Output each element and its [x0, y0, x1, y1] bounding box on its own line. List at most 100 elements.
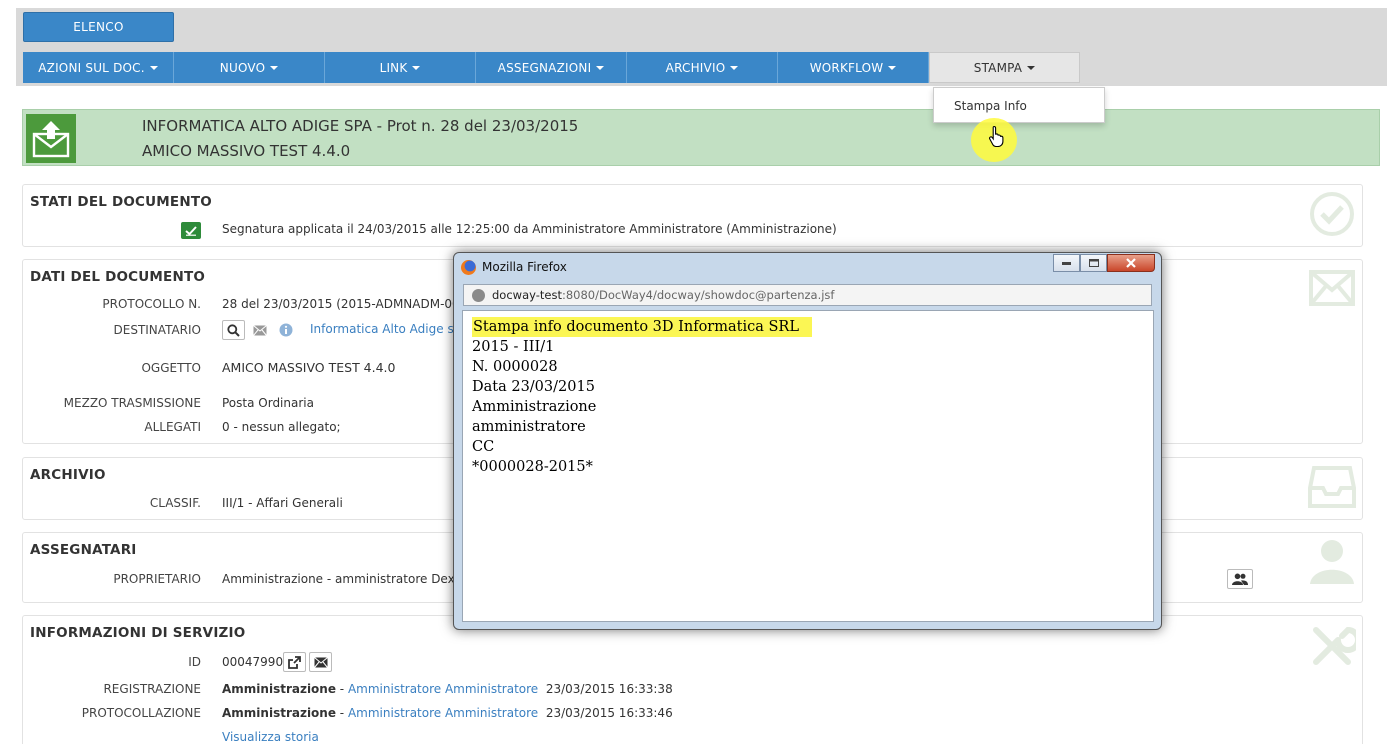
menu-assegnazioni[interactable]: ASSEGNAZIONI: [476, 52, 627, 83]
id-value: 00047990: [222, 655, 284, 669]
menu-label: ARCHIVIO: [665, 60, 726, 75]
window-controls: [1053, 254, 1155, 272]
allegati-value: 0 - nessun allegato;: [222, 420, 341, 434]
users-icon: [1232, 573, 1248, 585]
firefox-icon: [461, 260, 476, 275]
protocollazione-office: Amministrazione: [222, 706, 336, 720]
envelope-bg-icon: [1309, 270, 1355, 306]
info-button[interactable]: [274, 320, 297, 340]
menu-label: AZIONI SUL DOC.: [38, 60, 145, 75]
url-host: docway-test: [492, 288, 562, 302]
panel-title: INFORMAZIONI DI SERVIZIO: [30, 625, 246, 641]
print-info-line: amministratore: [472, 419, 586, 435]
menu-label: LINK: [379, 60, 408, 75]
print-info-line: *0000028-2015*: [472, 459, 593, 475]
window-title: Mozilla Firefox: [482, 260, 567, 274]
menu-stampa[interactable]: STAMPA: [929, 52, 1080, 83]
segnatura-status: Segnatura applicata il 24/03/2015 alle 1…: [222, 222, 837, 236]
menu-azioni-sul-doc[interactable]: AZIONI SUL DOC.: [23, 52, 174, 83]
menu-label: NUOVO: [219, 60, 266, 75]
caret-down-icon: [730, 65, 739, 70]
dropdown-item-stampa-info[interactable]: Stampa Info: [954, 99, 1027, 113]
check-icon: [181, 222, 201, 239]
protocollo-value: 28 del 23/03/2015 (2015-ADMNADM-00: [222, 297, 460, 311]
close-icon: [1126, 258, 1136, 268]
url-bar[interactable]: docway-test:8080/DocWay4/docway/showdoc@…: [463, 284, 1152, 306]
id-label: ID: [188, 655, 201, 669]
protocollazione-label: PROTOCOLLAZIONE: [81, 706, 201, 720]
caret-down-icon: [596, 65, 605, 70]
send-mail-button[interactable]: [309, 652, 332, 672]
protocollo-label: PROTOCOLLO N.: [102, 297, 201, 311]
search-icon: [227, 323, 240, 337]
print-info-line: CC: [472, 439, 495, 455]
search-button[interactable]: [222, 320, 245, 340]
minimize-icon: [1062, 261, 1071, 265]
outgoing-mail-icon: [26, 114, 76, 163]
tools-bg-icon: [1313, 626, 1356, 665]
print-info-content: Stampa info documento 3D Informatica SRL…: [462, 310, 1154, 622]
allegati-label: ALLEGATI: [144, 420, 201, 434]
document-subject: AMICO MASSIVO TEST 4.4.0: [142, 142, 351, 160]
print-info-heading: Stampa info documento 3D Informatica SRL: [472, 317, 812, 337]
envelope-icon: [313, 656, 328, 668]
separator: -: [335, 706, 348, 720]
share-icon: [288, 655, 301, 669]
visualizza-storia-link[interactable]: Visualizza storia: [222, 730, 319, 744]
registrazione-date: 23/03/2015 16:33:38: [545, 682, 673, 696]
action-menubar: AZIONI SUL DOC. NUOVO LINK ASSEGNAZIONI …: [23, 52, 1080, 83]
hand-cursor-icon: [989, 125, 1004, 147]
document-header-banner: INFORMATICA ALTO ADIGE SPA - Prot n. 28 …: [22, 109, 1380, 166]
check-circle-icon: [1310, 192, 1354, 236]
classif-label: CLASSIF.: [149, 496, 201, 510]
destinatario-link[interactable]: Informatica Alto Adige s: [310, 322, 454, 336]
print-info-line: 2015 - III/1: [472, 339, 555, 355]
print-info-line: Data 23/03/2015: [472, 379, 595, 395]
menu-nuovo[interactable]: NUOVO: [174, 52, 325, 83]
globe-icon: [472, 289, 485, 302]
menu-workflow[interactable]: WORKFLOW: [778, 52, 929, 83]
print-info-line: Amministrazione: [472, 399, 597, 415]
assign-users-button[interactable]: [1227, 569, 1253, 589]
envelope-icon: [252, 324, 267, 336]
stampa-dropdown: Stampa Info: [933, 87, 1105, 123]
menu-label: ASSEGNAZIONI: [497, 60, 592, 75]
print-info-line: N. 0000028: [472, 359, 558, 375]
panel-informazioni-servizio: INFORMAZIONI DI SERVIZIO ID 00047990 REG…: [22, 615, 1363, 744]
registrazione-user-link[interactable]: Amministratore Amministratore: [348, 682, 538, 696]
maximize-icon: [1088, 259, 1099, 267]
protocollazione-user-link[interactable]: Amministratore Amministratore: [348, 706, 538, 720]
registrazione-value: Amministrazione - Amministratore Amminis…: [222, 682, 673, 696]
caret-down-icon: [1027, 65, 1036, 70]
mezzo-trasmissione-label: MEZZO TRASMISSIONE: [63, 396, 201, 410]
menu-archivio[interactable]: ARCHIVIO: [627, 52, 778, 83]
registrazione-office: Amministrazione: [222, 682, 336, 696]
destinatario-label: DESTINATARIO: [113, 323, 202, 337]
caret-down-icon: [412, 65, 421, 70]
info-icon: [279, 323, 292, 337]
mezzo-trasmissione-value: Posta Ordinaria: [222, 396, 314, 410]
protocollazione-value: Amministrazione - Amministratore Amminis…: [222, 706, 673, 720]
classif-value: III/1 - Affari Generali: [222, 496, 343, 510]
share-button[interactable]: [283, 652, 306, 672]
proprietario-label: PROPRIETARIO: [113, 572, 201, 586]
protocollazione-date: 23/03/2015 16:33:46: [545, 706, 673, 720]
firefox-popup-window: Mozilla Firefox docway-test:8080/DocWay4…: [453, 252, 1162, 630]
panel-title: ARCHIVIO: [30, 467, 106, 483]
mail-button[interactable]: [248, 320, 271, 340]
close-button[interactable]: [1107, 254, 1155, 272]
document-title: INFORMATICA ALTO ADIGE SPA - Prot n. 28 …: [142, 117, 579, 135]
menu-link[interactable]: LINK: [325, 52, 476, 83]
caret-down-icon: [149, 65, 158, 70]
caret-down-icon: [888, 65, 897, 70]
url-path: :8080/DocWay4/docway/showdoc@partenza.js…: [561, 288, 835, 302]
elenco-button[interactable]: ELENCO: [23, 12, 174, 42]
minimize-button[interactable]: [1053, 254, 1080, 272]
registrazione-label: REGISTRAZIONE: [103, 682, 201, 696]
panel-title: ASSEGNATARI: [30, 542, 137, 558]
maximize-button[interactable]: [1080, 254, 1107, 272]
caret-down-icon: [270, 65, 279, 70]
oggetto-value: AMICO MASSIVO TEST 4.4.0: [222, 360, 396, 375]
panel-title: STATI DEL DOCUMENTO: [30, 194, 212, 210]
panel-title: DATI DEL DOCUMENTO: [30, 269, 206, 285]
